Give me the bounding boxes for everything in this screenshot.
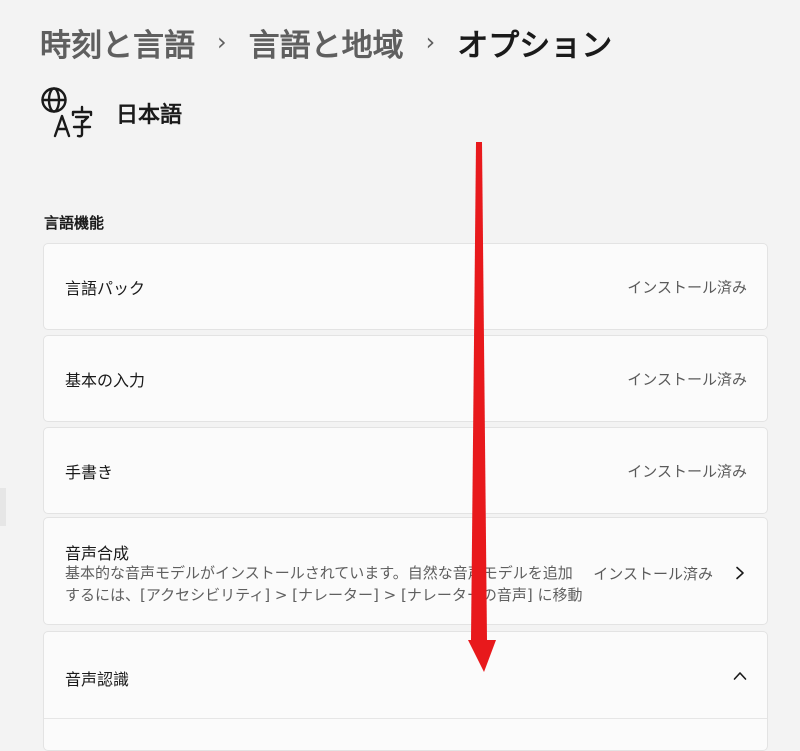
- feature-status: インストール済み: [627, 278, 747, 296]
- feature-basic-input[interactable]: 基本の入力 インストール済み: [43, 335, 768, 422]
- language-name: 日本語: [116, 103, 183, 128]
- feature-speech-recognition[interactable]: 音声認識: [43, 631, 768, 751]
- feature-title: 音声認識: [65, 670, 130, 689]
- feature-title: 言語パック: [65, 278, 146, 298]
- breadcrumb-separator: ›: [217, 28, 227, 56]
- chevron-up-icon[interactable]: [733, 669, 747, 683]
- breadcrumb-language-region[interactable]: 言語と地域: [249, 20, 404, 65]
- breadcrumb-separator: ›: [425, 28, 436, 56]
- expanded-divider: [44, 718, 767, 719]
- feature-handwriting[interactable]: 手書き インストール済み: [43, 427, 768, 514]
- language-icon: [41, 87, 93, 138]
- feature-language-pack[interactable]: 言語パック インストール済み: [43, 243, 768, 330]
- feature-title: 音声合成: [65, 544, 130, 563]
- language-header: 日本語: [40, 86, 182, 140]
- feature-description: 基本的な音声モデルがインストールされています。自然な音声モデルを追加するには、[…: [65, 564, 583, 604]
- page-title: オプション: [457, 27, 613, 64]
- scroll-edge: [0, 488, 6, 526]
- breadcrumb: 時刻と言語 › 言語と地域 › オプション: [40, 18, 612, 66]
- section-title: 言語機能: [44, 214, 105, 232]
- feature-status: インストール済み: [627, 370, 747, 388]
- feature-title: 手書き: [65, 462, 114, 482]
- chevron-right-icon: [736, 566, 744, 580]
- breadcrumb-time-language[interactable]: 時刻と言語: [40, 20, 195, 65]
- feature-text-to-speech[interactable]: 音声合成 基本的な音声モデルがインストールされています。自然な音声モデルを追加す…: [43, 517, 768, 625]
- feature-status: インストール済み: [593, 565, 713, 583]
- feature-status: インストール済み: [627, 462, 747, 480]
- feature-title: 基本の入力: [65, 370, 146, 390]
